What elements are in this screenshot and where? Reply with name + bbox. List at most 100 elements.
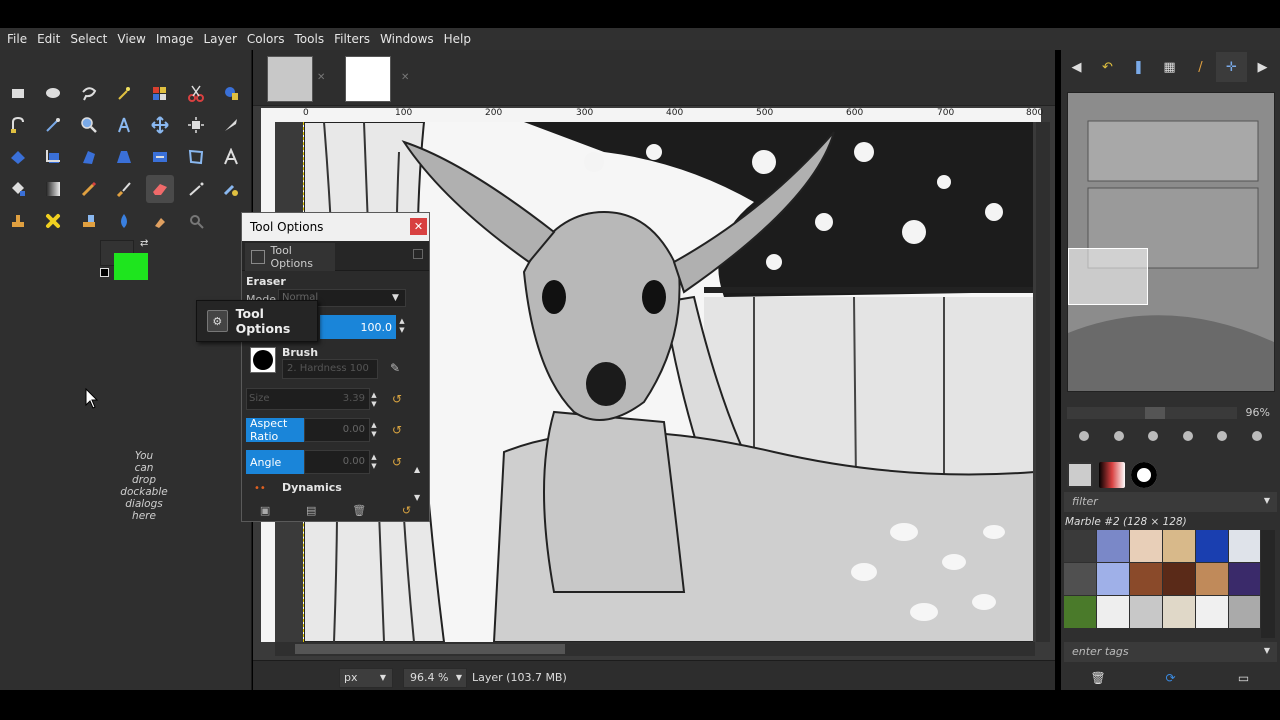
delete-icon[interactable]: 🗑: [1091, 671, 1106, 685]
foreground-color-swatch[interactable]: [114, 253, 148, 280]
text-icon[interactable]: [217, 143, 245, 171]
crop-icon[interactable]: [39, 143, 67, 171]
zoom-select[interactable]: 96.4 % ▼: [403, 668, 467, 688]
tab-menu-icon[interactable]: [413, 249, 423, 259]
image-tab-thumbnail-2[interactable]: [345, 56, 391, 102]
reset-size-icon[interactable]: ↺: [392, 393, 404, 405]
measure-icon[interactable]: [110, 111, 138, 139]
pattern-swatch[interactable]: [1196, 563, 1228, 595]
pattern-swatch[interactable]: [1064, 596, 1096, 628]
pattern-scrollbar[interactable]: [1261, 530, 1275, 638]
chevron-left-icon[interactable]: ◀: [1061, 52, 1092, 82]
brush-preview[interactable]: [250, 347, 276, 373]
aspect-spinner[interactable]: ▲ ▼: [370, 421, 378, 439]
menu-tools[interactable]: Tools: [290, 28, 330, 50]
save-preset-icon[interactable]: ▣: [260, 504, 270, 517]
tab-brushes[interactable]: [1131, 462, 1157, 488]
scrollbar-thumb[interactable]: [295, 644, 565, 654]
menu-layer[interactable]: Layer: [198, 28, 241, 50]
menu-select[interactable]: Select: [65, 28, 112, 50]
delete-preset-icon[interactable]: 🗑: [352, 504, 366, 517]
aspect-ratio-slider[interactable]: Aspect Ratio: [246, 417, 304, 443]
edit-brush-icon[interactable]: ✎: [390, 361, 400, 375]
menu-filters[interactable]: Filters: [329, 28, 375, 50]
navigator-viewport-frame[interactable]: [1068, 248, 1148, 305]
zoom-100-icon[interactable]: [1148, 431, 1159, 441]
close-icon[interactable]: ✕: [317, 72, 325, 83]
menu-image[interactable]: Image: [151, 28, 199, 50]
opacity-slider[interactable]: 100.0: [320, 315, 396, 339]
pattern-swatch[interactable]: [1097, 563, 1129, 595]
pattern-swatch[interactable]: [1130, 563, 1162, 595]
smudge-icon[interactable]: [146, 207, 174, 235]
pattern-swatch[interactable]: [1064, 563, 1096, 595]
open-folder-icon[interactable]: ▭: [1237, 671, 1251, 685]
zoom-fit-icon[interactable]: [1182, 431, 1193, 441]
reset-angle-icon[interactable]: ↺: [392, 456, 404, 468]
tab-tool-options[interactable]: Tool Options: [245, 243, 335, 271]
swap-colors-icon[interactable]: ⇄: [140, 238, 148, 249]
patterns-icon[interactable]: ▦: [1154, 52, 1185, 82]
menu-windows[interactable]: Windows: [375, 28, 439, 50]
rect-select-icon[interactable]: [4, 79, 32, 107]
bucket-fill-icon[interactable]: [4, 175, 32, 203]
perspective-clone-icon[interactable]: [75, 207, 103, 235]
chevron-right-icon[interactable]: ▶: [1247, 52, 1278, 82]
tab-gradients[interactable]: [1099, 462, 1125, 488]
zoom-slider-knob[interactable]: [1145, 407, 1165, 419]
blur-icon[interactable]: [110, 207, 138, 235]
ink-pen-icon[interactable]: [217, 111, 245, 139]
fuzzy-select-icon[interactable]: [110, 79, 138, 107]
reset-aspect-icon[interactable]: ↺: [392, 424, 404, 436]
size-spinner[interactable]: ▲ ▼: [370, 391, 378, 409]
dynamics-icon[interactable]: ••: [254, 483, 266, 494]
menu-file[interactable]: File: [2, 28, 32, 50]
tab-patterns[interactable]: [1067, 462, 1093, 488]
refresh-icon[interactable]: ⟳: [1164, 671, 1178, 685]
tool-options-titlebar[interactable]: Tool Options ✕: [242, 213, 429, 241]
scissors-icon[interactable]: [182, 79, 210, 107]
lasso-icon[interactable]: [75, 79, 103, 107]
pattern-swatch[interactable]: [1163, 530, 1195, 562]
cage-transform-icon[interactable]: [182, 143, 210, 171]
menu-colors[interactable]: Colors: [242, 28, 290, 50]
unit-select[interactable]: px ▼: [339, 668, 393, 688]
align-icon[interactable]: [182, 111, 210, 139]
pattern-swatch[interactable]: [1097, 530, 1129, 562]
pattern-swatch[interactable]: [1196, 596, 1228, 628]
brushes-icon[interactable]: ❚: [1123, 52, 1154, 82]
select-by-color-icon[interactable]: [146, 79, 174, 107]
filter-input[interactable]: filter: [1064, 492, 1277, 512]
airbrush-icon[interactable]: [182, 175, 210, 203]
close-icon[interactable]: ✕: [401, 72, 409, 83]
image-tab-thumbnail-1[interactable]: [267, 56, 313, 102]
pattern-swatch[interactable]: [1130, 530, 1162, 562]
navigator-preview[interactable]: [1067, 92, 1275, 392]
gradient-icon[interactable]: [39, 175, 67, 203]
pattern-swatch[interactable]: [1196, 530, 1228, 562]
eraser-icon[interactable]: [146, 175, 174, 203]
color-picker-icon[interactable]: [39, 111, 67, 139]
dodge-burn-icon[interactable]: [182, 207, 210, 235]
pattern-swatch[interactable]: [1163, 563, 1195, 595]
horizontal-scrollbar[interactable]: [275, 642, 1035, 656]
fill-window-icon[interactable]: [1251, 431, 1262, 441]
zoom-in-icon[interactable]: [1113, 431, 1124, 441]
angle-spinner[interactable]: ▲ ▼: [370, 453, 378, 471]
pattern-swatch[interactable]: [1229, 563, 1260, 595]
vertical-scrollbar[interactable]: [1036, 122, 1050, 642]
unified-transform-icon[interactable]: [4, 143, 32, 171]
paintbrush-icon[interactable]: [110, 175, 138, 203]
clone-icon[interactable]: [4, 207, 32, 235]
aspect-ratio-field[interactable]: 0.00: [304, 418, 370, 442]
flip-icon[interactable]: [146, 143, 174, 171]
paths-icon[interactable]: [4, 111, 32, 139]
restore-preset-icon[interactable]: ▤: [306, 504, 316, 517]
color-swatches[interactable]: ⇄: [100, 238, 160, 280]
menu-edit[interactable]: Edit: [32, 28, 65, 50]
pattern-swatch[interactable]: [1097, 596, 1129, 628]
pattern-swatch[interactable]: [1163, 596, 1195, 628]
undo-history-icon[interactable]: ↶: [1092, 52, 1123, 82]
pattern-swatch[interactable]: [1229, 596, 1260, 628]
tags-input[interactable]: enter tags: [1064, 642, 1277, 662]
